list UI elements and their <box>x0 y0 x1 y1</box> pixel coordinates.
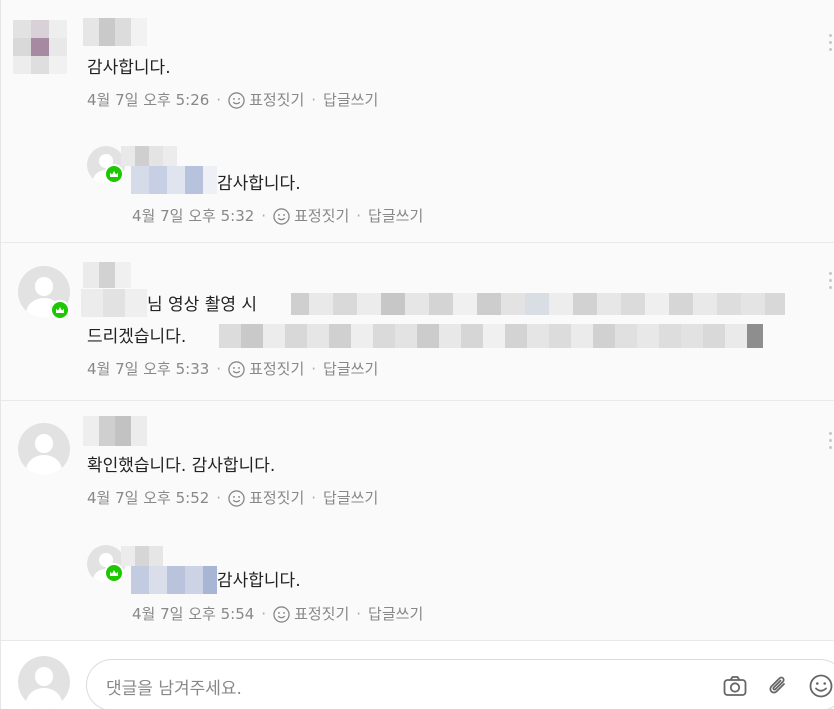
comment-text: 감사합니다. <box>217 571 301 591</box>
comment-text: 확인했습니다. 감사합니다. <box>87 456 276 476</box>
redacted-text <box>291 293 785 315</box>
mention-tag-blurred[interactable] <box>81 289 147 317</box>
divider <box>1 242 834 243</box>
smile-icon[interactable] <box>228 91 245 109</box>
emoji-icon[interactable] <box>808 673 834 699</box>
comment-write-bar: 댓글을 남겨주세요. <box>1 641 834 709</box>
reply-button[interactable]: 답글쓰기 <box>323 91 378 109</box>
camera-icon[interactable] <box>722 673 748 699</box>
my-avatar <box>18 656 70 708</box>
comment-time: 4월 7일 오후 5:26 <box>87 91 210 109</box>
comment-meta: 4월 7일 오후 5:52 · 표정짓기 · 답글쓰기 <box>87 489 379 507</box>
react-button[interactable]: 표정짓기 <box>249 489 304 507</box>
comment-meta: 4월 7일 오후 5:54 · 표정짓기 · 답글쓰기 <box>132 605 424 623</box>
react-button[interactable]: 표정짓기 <box>249 360 304 378</box>
kebab-icon[interactable] <box>829 272 833 293</box>
redacted-text <box>219 324 763 348</box>
reply-button[interactable]: 답글쓰기 <box>323 360 378 378</box>
comment-time: 4월 7일 오후 5:54 <box>132 605 255 623</box>
author-avatar-blurred[interactable] <box>13 20 73 74</box>
smile-icon[interactable] <box>228 360 245 378</box>
mention-tag-blurred[interactable] <box>131 166 217 194</box>
smile-icon[interactable] <box>228 489 245 507</box>
react-button[interactable]: 표정짓기 <box>294 207 349 225</box>
author-name-blurred[interactable] <box>83 18 147 46</box>
comment-text-line2: 드리겠습니다. <box>87 327 187 347</box>
comment-time: 4월 7일 오후 5:33 <box>87 360 210 378</box>
divider <box>1 400 834 401</box>
author-name-blurred[interactable] <box>83 416 147 446</box>
reply-button[interactable]: 답글쓰기 <box>368 605 423 623</box>
reply-button[interactable]: 답글쓰기 <box>323 489 378 507</box>
kebab-icon[interactable] <box>829 34 833 55</box>
author-name-blurred[interactable] <box>121 546 163 566</box>
crown-badge-icon <box>104 164 124 184</box>
react-button[interactable]: 표정짓기 <box>249 91 304 109</box>
author-name-blurred[interactable] <box>121 146 177 166</box>
comment-time: 4월 7일 오후 5:52 <box>87 489 210 507</box>
comment-list: 감사합니다. 4월 7일 오후 5:26 · 표정짓기 · 답글쓰기 감사합니다… <box>0 0 834 709</box>
smile-icon[interactable] <box>273 605 290 623</box>
comment-meta: 4월 7일 오후 5:32 · 표정짓기 · 답글쓰기 <box>132 207 424 225</box>
comment-meta: 4월 7일 오후 5:26 · 표정짓기 · 답글쓰기 <box>87 91 379 109</box>
paperclip-icon[interactable] <box>765 673 791 699</box>
reply-button[interactable]: 답글쓰기 <box>368 207 423 225</box>
avatar[interactable] <box>18 423 70 475</box>
comment-text: 감사합니다. <box>217 174 301 194</box>
kebab-icon[interactable] <box>829 432 833 453</box>
smile-icon[interactable] <box>273 207 290 225</box>
comment-text-line1: 님 영상 촬영 시 <box>147 295 258 315</box>
crown-badge-icon <box>104 563 124 583</box>
comment-time: 4월 7일 오후 5:32 <box>132 207 255 225</box>
comment-input-placeholder: 댓글을 남겨주세요. <box>106 679 242 699</box>
mention-tag-blurred[interactable] <box>131 566 217 594</box>
react-button[interactable]: 표정짓기 <box>294 605 349 623</box>
crown-badge-icon <box>50 300 70 320</box>
comment-meta: 4월 7일 오후 5:33 · 표정짓기 · 답글쓰기 <box>87 360 379 378</box>
author-name-blurred[interactable] <box>83 262 131 288</box>
comment-text: 감사합니다. <box>87 58 171 78</box>
